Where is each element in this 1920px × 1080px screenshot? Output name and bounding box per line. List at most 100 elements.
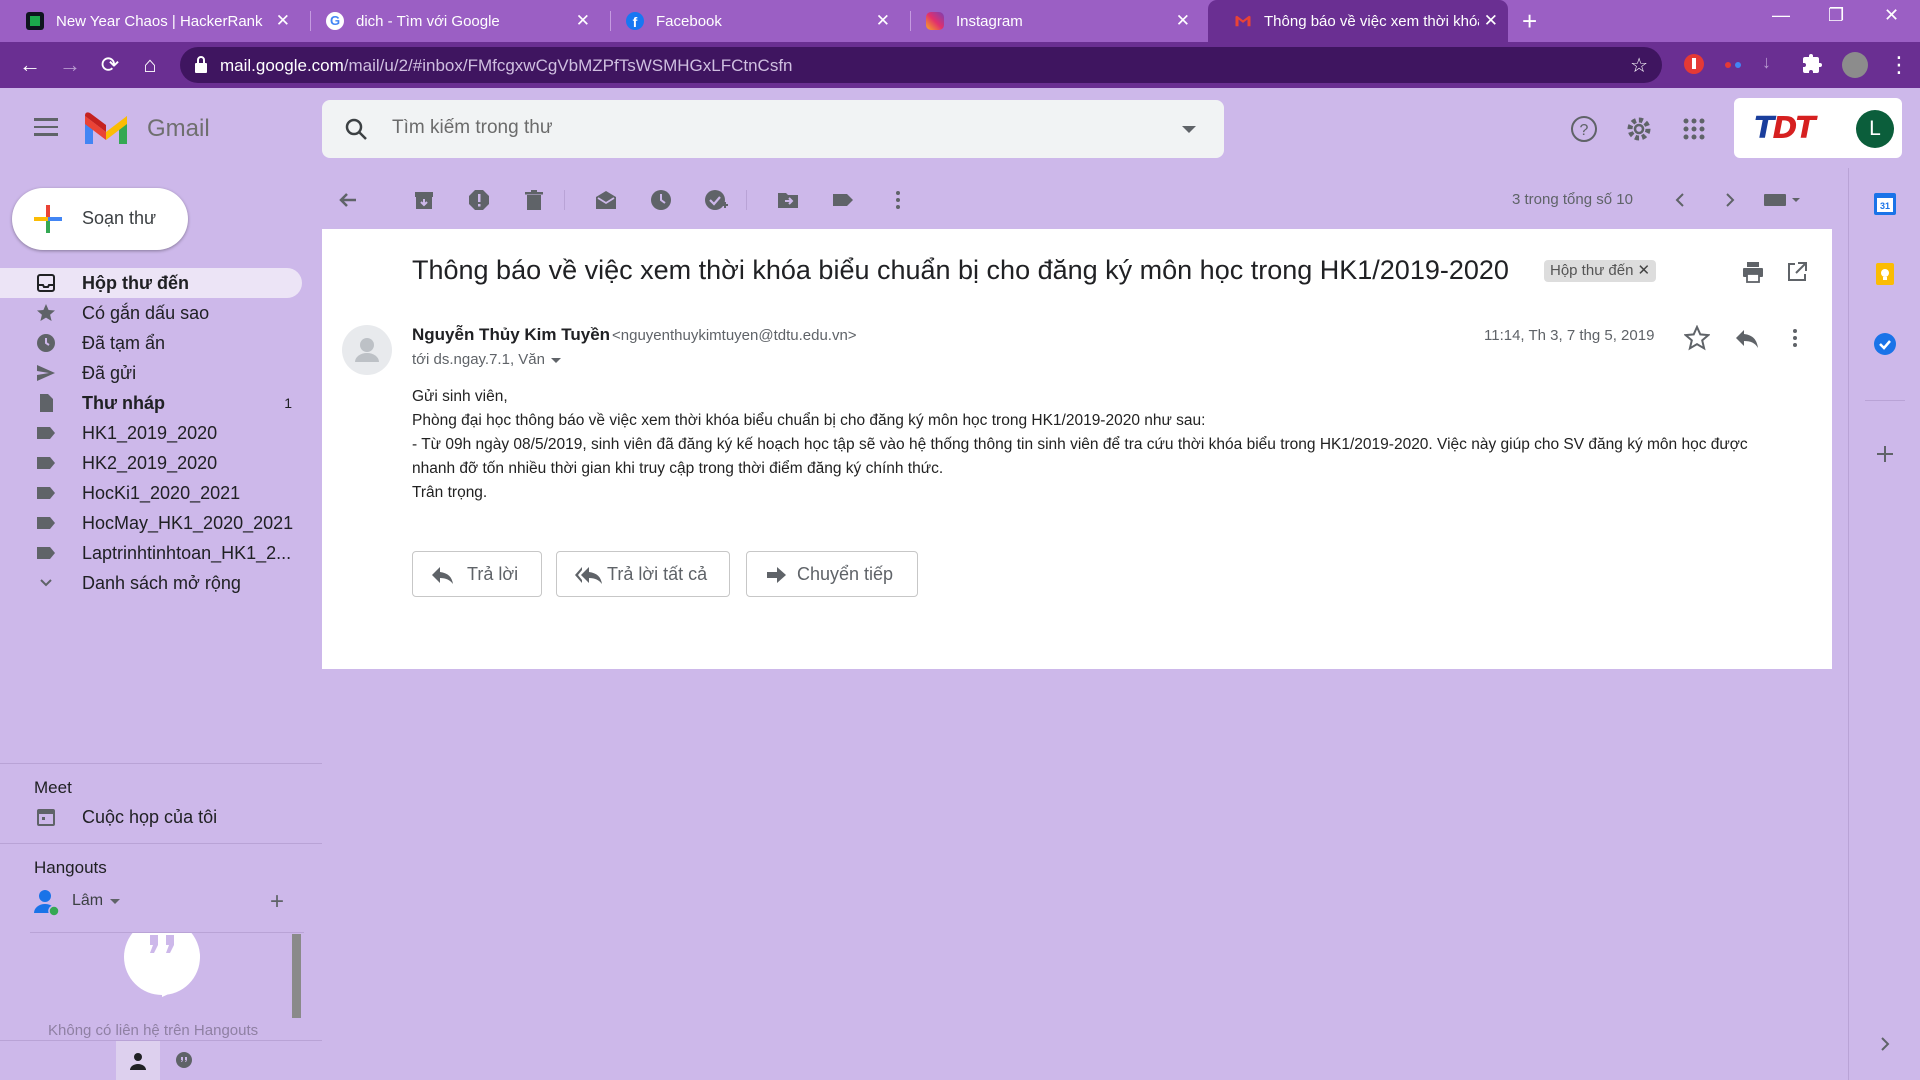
reload-icon[interactable]: ⟳ [96,51,124,79]
search-icon[interactable] [344,117,368,141]
reply-button[interactable]: Trả lời [412,551,542,597]
sidebar-item-sent[interactable]: Đã gửi [0,358,302,388]
google-tasks-icon[interactable] [1873,332,1897,356]
hangouts-status-caret-icon[interactable] [110,899,120,904]
sidebar-item-label: HK1_2019_2020 [82,423,218,443]
close-icon[interactable]: ✕ [1176,11,1190,31]
sidebar-item-label-laptrinh[interactable]: Laptrinhtinhtoan_HK1_2... [0,538,302,568]
recipients-line[interactable]: tới ds.ngay.7.1, Văn [412,351,561,368]
sidebar-item-label: Đã tạm ẩn [82,333,166,353]
sidebar-divider [0,763,322,764]
reply-all-button[interactable]: Trả lời tất cả [556,551,730,597]
move-to-icon[interactable] [776,188,800,212]
window-close-icon[interactable]: ✕ [1884,5,1899,26]
forward-button[interactable]: Chuyển tiếp [746,551,918,597]
sender-name[interactable]: Nguyễn Thủy Kim Tuyền [412,325,610,345]
profile-avatar[interactable] [1842,52,1868,78]
settings-gear-icon[interactable] [1625,115,1653,143]
adblock-extension-icon[interactable] [1682,52,1708,78]
browser-tab[interactable]: f Facebook ✕ [600,0,900,42]
compose-plus-icon [34,205,62,233]
report-spam-icon[interactable] [467,188,491,212]
tdtu-logo: TDT [1754,111,1816,146]
download-icon[interactable]: ↓ [1762,52,1788,78]
toolbar-divider [564,190,565,210]
sidebar-item-inbox[interactable]: Hộp thư đến [0,268,302,298]
delete-icon[interactable] [522,188,546,212]
bookmark-star-icon[interactable]: ☆ [1630,53,1648,78]
sidebar-item-starred[interactable]: Có gắn dấu sao [0,298,302,328]
message-subject: Thông báo về việc xem thời khóa biểu chu… [412,255,1509,285]
label-as-icon[interactable] [831,188,855,212]
apps-grid-icon[interactable] [1680,115,1708,143]
remove-label-icon[interactable]: ✕ [1637,262,1650,279]
help-icon[interactable]: ? [1570,115,1598,143]
search-options-icon[interactable] [1182,126,1196,133]
google-calendar-icon[interactable]: 31 [1873,192,1897,216]
sidebar-item-label-hocki1[interactable]: HocKi1_2020_2021 [0,478,302,508]
add-to-tasks-icon[interactable] [704,188,728,212]
input-tools-keyboard-icon[interactable] [1762,188,1802,212]
close-icon[interactable]: ✕ [876,11,890,31]
more-vert-icon[interactable] [1782,325,1808,351]
message-view: Thông báo về việc xem thời khóa biểu chu… [322,229,1832,669]
restore-icon[interactable]: ❐ [1828,5,1844,26]
search-input[interactable] [392,117,1152,139]
sidebar-item-more[interactable]: Danh sách mở rộng [0,568,302,598]
browser-tab[interactable]: New Year Chaos | HackerRank ✕ [0,0,300,42]
expand-panel-chevron-icon[interactable] [1873,1032,1897,1056]
close-icon[interactable]: ✕ [1484,11,1498,31]
minimize-icon[interactable]: — [1772,5,1790,26]
label-chip-inbox[interactable]: Hộp thư đến ✕ [1544,260,1657,282]
gmail-logo[interactable] [82,110,130,146]
new-tab-button[interactable]: + [1522,6,1537,37]
browser-tab[interactable]: G dich - Tìm với Google ✕ [300,0,600,42]
mark-unread-icon[interactable] [594,188,618,212]
star-icon[interactable] [1684,325,1710,351]
contacts-tab[interactable] [116,1041,160,1080]
browser-tab[interactable]: Instagram ✕ [900,0,1200,42]
compose-button[interactable]: Soạn thư [12,188,188,250]
snooze-clock-icon[interactable] [649,188,673,212]
menu-dots-icon[interactable]: ⋮ [1886,52,1912,78]
older-chevron-right-icon[interactable] [1718,188,1742,212]
home-icon[interactable]: ⌂ [136,51,164,79]
sidebar-item-drafts[interactable]: Thư nháp 1 [0,388,302,418]
hangouts-footer [0,1040,322,1080]
account-switcher[interactable]: TDT L [1734,98,1902,158]
show-details-caret-icon[interactable] [550,357,561,363]
sidebar-item-label-hk2[interactable]: HK2_2019_2020 [0,448,302,478]
back-to-inbox-icon[interactable] [336,188,360,212]
main-menu-icon[interactable] [34,118,58,141]
reply-icon[interactable] [1734,325,1760,351]
newer-chevron-left-icon[interactable] [1668,188,1692,212]
extension-icon[interactable] [1720,52,1746,78]
add-contact-icon[interactable]: + [270,888,284,916]
svg-text:31: 31 [1880,201,1890,211]
hangouts-scrollbar[interactable] [292,934,301,1018]
sidebar-item-label-hk1[interactable]: HK1_2019_2020 [0,418,302,448]
sidebar-item-label-hocmay[interactable]: HocMay_HK1_2020_2021 [0,508,302,538]
search-bar[interactable] [322,100,1224,158]
forward-icon[interactable]: → [56,51,84,79]
side-panel: 31 [1848,168,1920,1080]
puzzle-extensions-icon[interactable] [1800,52,1826,78]
sender-avatar[interactable] [342,325,392,375]
meet-my-meetings[interactable]: Cuộc họp của tôi [0,804,300,832]
account-avatar[interactable]: L [1856,110,1894,148]
hangouts-user[interactable]: Lâm + [30,886,300,916]
add-addon-icon[interactable] [1873,442,1897,466]
more-options-icon[interactable] [886,188,910,212]
close-icon[interactable]: ✕ [576,11,590,31]
archive-icon[interactable] [412,188,436,212]
conversations-tab[interactable] [162,1041,206,1080]
browser-tab-active[interactable]: Thông báo về việc xem thời khóa biểu ✕ [1208,0,1508,42]
close-icon[interactable]: ✕ [276,11,290,31]
back-icon[interactable]: ← [16,51,44,79]
print-icon[interactable] [1742,261,1764,283]
google-keep-icon[interactable] [1873,262,1897,286]
open-new-window-icon[interactable] [1786,261,1808,283]
sidebar-item-snoozed[interactable]: Đã tạm ẩn [0,328,302,358]
url-bar[interactable]: mail.google.com/mail/u/2/#inbox/FMfcgxwC… [180,47,1662,83]
sidebar-nav: Hộp thư đến Có gắn dấu sao Đã tạm ẩn Đã … [0,268,302,598]
